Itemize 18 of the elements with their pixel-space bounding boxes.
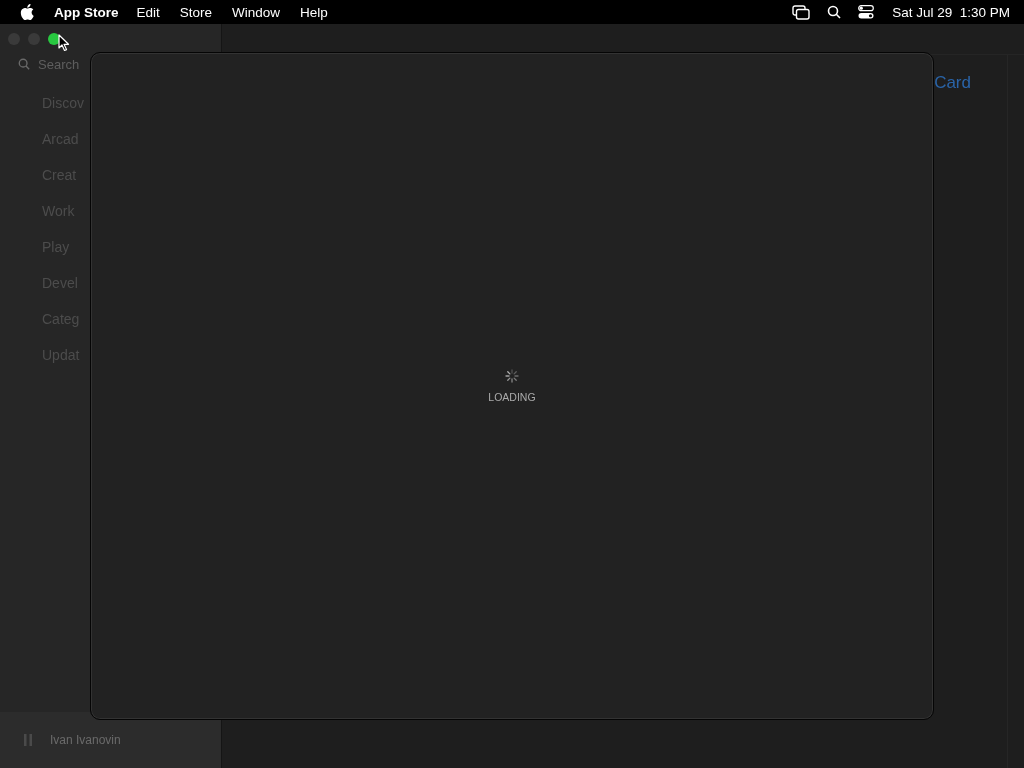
menu-item[interactable]: Edit bbox=[136, 4, 160, 20]
windows-icon[interactable] bbox=[792, 4, 811, 20]
cursor-icon bbox=[58, 34, 70, 52]
search-icon[interactable] bbox=[827, 5, 842, 19]
account-name: Ivan Ivanovin bbox=[50, 733, 121, 747]
control-center-icon[interactable] bbox=[858, 5, 875, 19]
search-icon bbox=[18, 58, 30, 70]
app-menu[interactable]: App Store bbox=[54, 4, 119, 20]
card-link[interactable]: Card bbox=[934, 73, 971, 93]
pause-icon bbox=[24, 734, 32, 746]
menu-item[interactable]: Store bbox=[179, 4, 213, 20]
menu-item[interactable]: Window bbox=[232, 4, 281, 20]
spinner-icon bbox=[505, 369, 519, 383]
loading-label: LOADING bbox=[488, 391, 536, 403]
apple-logo-icon[interactable] bbox=[20, 4, 34, 20]
account-bar[interactable]: Ivan Ivanovin bbox=[0, 712, 221, 768]
menu-item[interactable]: Help bbox=[300, 4, 328, 20]
clock[interactable]: Sat Jul 29 1:30 PM bbox=[892, 4, 1010, 20]
